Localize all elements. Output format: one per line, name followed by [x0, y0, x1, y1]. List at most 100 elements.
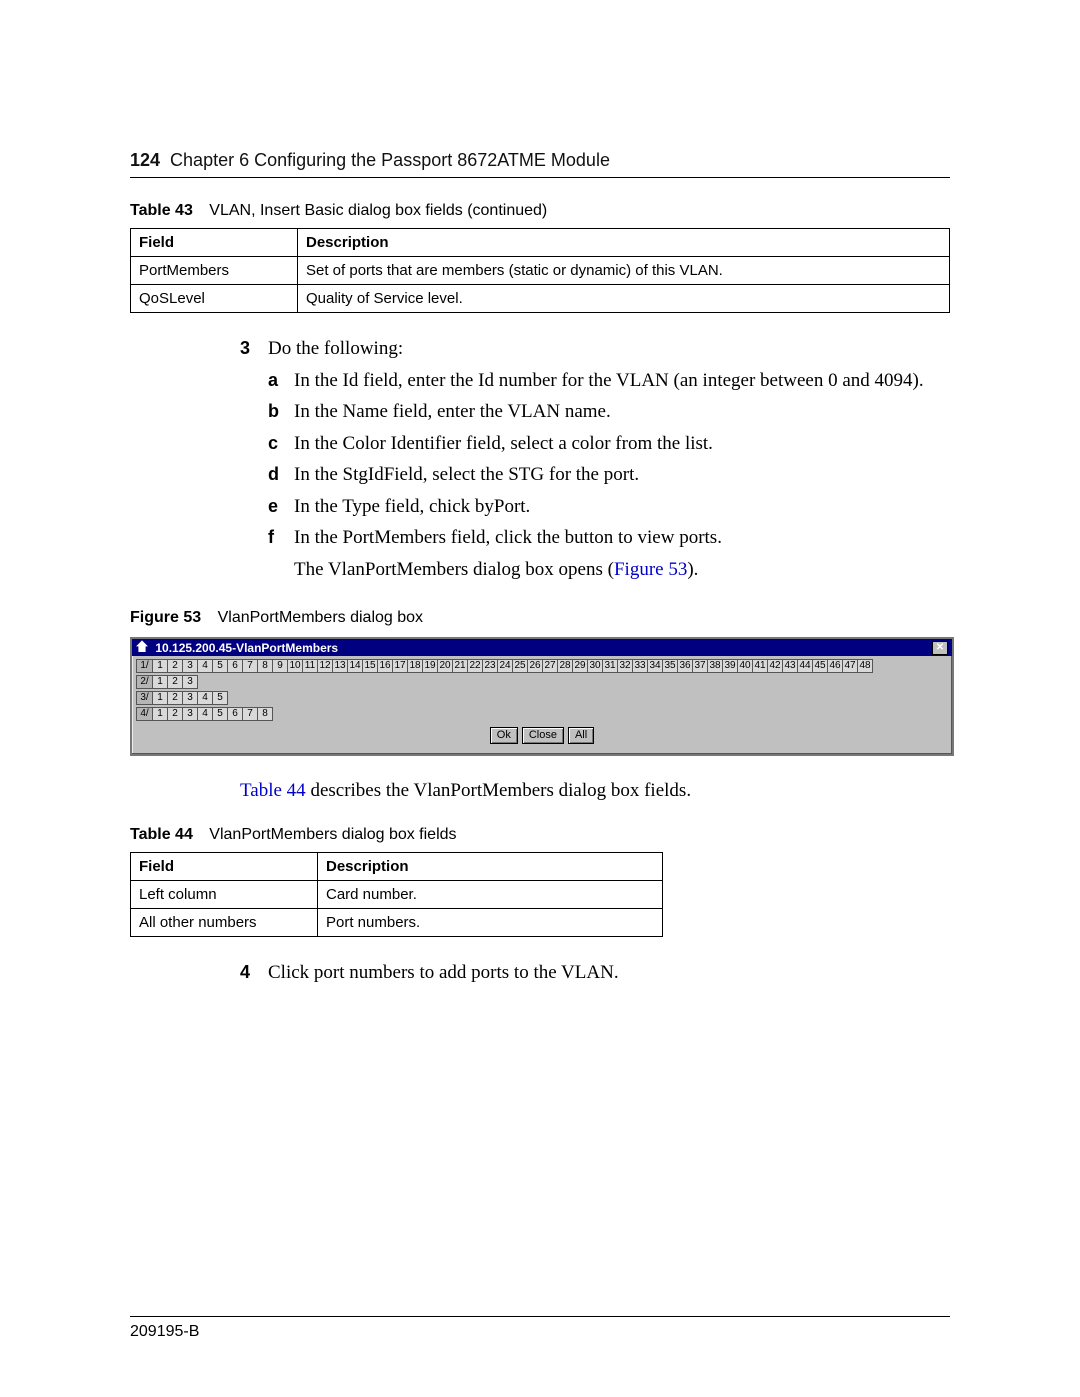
port-cell[interactable]: 36	[677, 659, 693, 673]
port-cell[interactable]: 3	[182, 691, 198, 705]
port-cell[interactable]: 9	[272, 659, 288, 673]
port-row-1: 1/ 1234567891011121314151617181920212223…	[136, 659, 948, 673]
table-44-link[interactable]: Table 44	[240, 780, 306, 801]
step-4: 4 Click port numbers to add ports to the…	[240, 959, 950, 987]
port-row-2: 2/ 123	[136, 675, 948, 689]
port-cell[interactable]: 5	[212, 691, 228, 705]
port-cell[interactable]: 1	[152, 659, 168, 673]
port-cell[interactable]: 4	[197, 707, 213, 721]
table-43-r0c0: PortMembers	[131, 257, 298, 285]
port-cell[interactable]: 45	[812, 659, 828, 673]
port-cell[interactable]: 3	[182, 659, 198, 673]
port-cell[interactable]: 11	[302, 659, 318, 673]
port-cell[interactable]: 6	[227, 707, 243, 721]
port-cell[interactable]: 12	[317, 659, 333, 673]
port-cell[interactable]: 33	[632, 659, 648, 673]
step-3c-letter: c	[268, 430, 294, 458]
port-cell[interactable]: 10	[287, 659, 303, 673]
port-cell[interactable]: 22	[467, 659, 483, 673]
close-button[interactable]: Close	[522, 727, 564, 744]
port-cell[interactable]: 32	[617, 659, 633, 673]
dialog-body: 1/ 1234567891011121314151617181920212223…	[132, 656, 952, 754]
chapter-title: Chapter 6 Configuring the Passport 8672A…	[170, 150, 610, 171]
port-cell[interactable]: 2	[167, 675, 183, 689]
port-cell[interactable]: 3	[182, 675, 198, 689]
port-cell[interactable]: 2	[167, 707, 183, 721]
port-cell[interactable]: 5	[212, 707, 228, 721]
port-cell[interactable]: 5	[212, 659, 228, 673]
port-cell[interactable]: 38	[707, 659, 723, 673]
table-row: Left column Card number.	[131, 881, 663, 909]
port-cell[interactable]: 27	[542, 659, 558, 673]
figure-53-caption: Figure 53 VlanPortMembers dialog box	[130, 609, 950, 627]
step-3-tail: The VlanPortMembers dialog box opens (Fi…	[294, 556, 950, 584]
port-cell[interactable]: 8	[257, 659, 273, 673]
port-cell[interactable]: 7	[242, 659, 258, 673]
step-3e-letter: e	[268, 493, 294, 521]
port-cell[interactable]: 2	[167, 659, 183, 673]
port-cell[interactable]: 17	[392, 659, 408, 673]
port-cell[interactable]: 40	[737, 659, 753, 673]
dialog-title-left: 10.125.200.45-VlanPortMembers	[136, 640, 338, 655]
table-44-caption: Table 44 VlanPortMembers dialog box fiel…	[130, 826, 950, 844]
port-cell[interactable]: 43	[782, 659, 798, 673]
port-cell[interactable]: 20	[437, 659, 453, 673]
step-3e-text: In the Type field, chick byPort.	[294, 493, 530, 521]
page: 124 Chapter 6 Configuring the Passport 8…	[0, 0, 1080, 1397]
port-cell[interactable]: 31	[602, 659, 618, 673]
port-cell[interactable]: 13	[332, 659, 348, 673]
table-44-r1c1: Port numbers.	[318, 909, 663, 937]
port-cell[interactable]: 25	[512, 659, 528, 673]
port-cell[interactable]: 39	[722, 659, 738, 673]
port-cell[interactable]: 23	[482, 659, 498, 673]
port-cell[interactable]: 44	[797, 659, 813, 673]
port-cell[interactable]: 34	[647, 659, 663, 673]
port-cell[interactable]: 47	[842, 659, 858, 673]
step-3a-letter: a	[268, 367, 294, 395]
port-cell[interactable]: 8	[257, 707, 273, 721]
close-icon[interactable]: ✕	[932, 641, 948, 655]
step-4-number: 4	[240, 959, 268, 987]
port-cell[interactable]: 41	[752, 659, 768, 673]
port-cell[interactable]: 46	[827, 659, 843, 673]
dialog-titlebar: 10.125.200.45-VlanPortMembers ✕	[132, 639, 952, 656]
port-cell[interactable]: 16	[377, 659, 393, 673]
table-44-h2: Description	[318, 853, 663, 881]
port-cell[interactable]: 35	[662, 659, 678, 673]
port-cell[interactable]: 24	[497, 659, 513, 673]
port-cell[interactable]: 29	[572, 659, 588, 673]
step-3b-text: In the Name field, enter the VLAN name.	[294, 398, 611, 426]
port-cell[interactable]: 21	[452, 659, 468, 673]
port-cell[interactable]: 30	[587, 659, 603, 673]
port-cell[interactable]: 14	[347, 659, 363, 673]
port-cell[interactable]: 4	[197, 691, 213, 705]
port-cell[interactable]: 15	[362, 659, 378, 673]
home-icon	[136, 640, 148, 652]
port-cell[interactable]: 37	[692, 659, 708, 673]
port-cell[interactable]: 1	[152, 691, 168, 705]
table-44-r1c0: All other numbers	[131, 909, 318, 937]
port-cell[interactable]: 4	[197, 659, 213, 673]
figure-53-label: Figure 53	[130, 609, 201, 626]
port-cell[interactable]: 7	[242, 707, 258, 721]
ok-button[interactable]: Ok	[490, 727, 518, 744]
step-3f-text: In the PortMembers field, click the butt…	[294, 524, 722, 552]
port-cell[interactable]: 28	[557, 659, 573, 673]
port-cell[interactable]: 19	[422, 659, 438, 673]
port-cell[interactable]: 6	[227, 659, 243, 673]
port-cell[interactable]: 48	[857, 659, 873, 673]
all-button[interactable]: All	[568, 727, 594, 744]
port-cell[interactable]: 2	[167, 691, 183, 705]
table-44-lead-in: Table 44 describes the VlanPortMembers d…	[240, 780, 950, 802]
port-cell[interactable]: 18	[407, 659, 423, 673]
port-cell[interactable]: 1	[152, 707, 168, 721]
port-cell[interactable]: 3	[182, 707, 198, 721]
table-43-r0c1: Set of ports that are members (static or…	[298, 257, 950, 285]
port-cell[interactable]: 42	[767, 659, 783, 673]
port-cell[interactable]: 26	[527, 659, 543, 673]
table-44: Field Description Left column Card numbe…	[130, 852, 663, 937]
port-cell[interactable]: 1	[152, 675, 168, 689]
table-43-caption-text: VLAN, Insert Basic dialog box fields (co…	[209, 202, 547, 219]
figure-53-link[interactable]: Figure 53	[614, 559, 687, 580]
table-43-label: Table 43	[130, 202, 193, 219]
